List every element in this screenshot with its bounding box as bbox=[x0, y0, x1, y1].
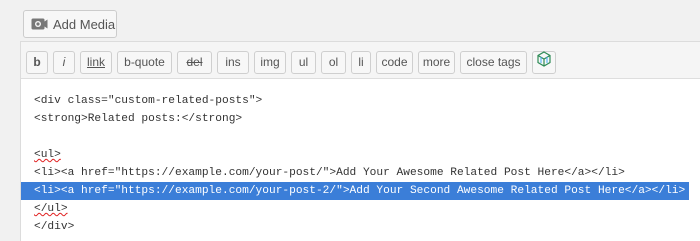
img-button[interactable]: img bbox=[254, 51, 286, 74]
add-media-label: Add Media bbox=[53, 16, 116, 32]
li-button[interactable]: li bbox=[351, 51, 371, 74]
media-camera-icon bbox=[31, 16, 48, 33]
code-line: <strong>Related posts:</strong> bbox=[34, 113, 243, 125]
more-button[interactable]: more bbox=[418, 51, 455, 74]
italic-button[interactable]: i bbox=[53, 51, 75, 74]
blockquote-button[interactable]: b-quote bbox=[117, 51, 172, 74]
code-line: </ul> bbox=[34, 203, 68, 215]
add-media-button[interactable]: Add Media bbox=[23, 10, 117, 38]
quicktags-toolbar: b i link b-quote del ins img ul ol li co… bbox=[21, 42, 700, 79]
text-editor: b i link b-quote del ins img ul ol li co… bbox=[20, 41, 700, 241]
code-line: <div class="custom-related-posts"> bbox=[34, 95, 263, 107]
close-tags-button[interactable]: close tags bbox=[460, 51, 527, 74]
ol-button[interactable]: ol bbox=[321, 51, 346, 74]
del-button[interactable]: del bbox=[177, 51, 212, 74]
bold-button[interactable]: b bbox=[26, 51, 48, 74]
ins-button[interactable]: ins bbox=[217, 51, 249, 74]
plugin-button[interactable] bbox=[532, 51, 556, 74]
ul-button[interactable]: ul bbox=[291, 51, 316, 74]
code-line: <li><a href="https://example.com/your-po… bbox=[34, 167, 625, 179]
link-button[interactable]: link bbox=[80, 51, 112, 74]
code-line: <ul> bbox=[34, 149, 61, 161]
code-line: </div> bbox=[34, 221, 75, 233]
code-button[interactable]: code bbox=[376, 51, 413, 74]
cube-icon bbox=[536, 51, 552, 74]
selected-code-line: <li><a href="https://example.com/your-po… bbox=[21, 182, 689, 200]
